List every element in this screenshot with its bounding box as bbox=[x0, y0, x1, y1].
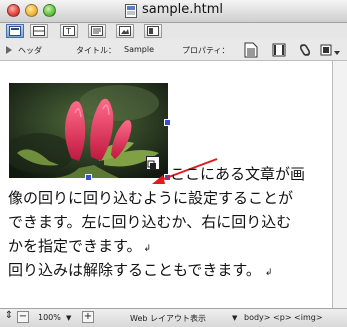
header-toolbar: ヘッダ タイトル： Sample プロパティ： bbox=[0, 40, 347, 61]
align-menu-icon[interactable] bbox=[320, 42, 342, 58]
view-toolbar: T bbox=[0, 23, 347, 39]
text-line-4[interactable]: かを指定できます。 ↲ bbox=[8, 235, 151, 256]
title-label: タイトル： bbox=[76, 46, 116, 55]
tag-breadcrumb[interactable]: body> <p> <img> bbox=[244, 313, 323, 322]
properties-label: プロパティ： bbox=[182, 46, 230, 55]
close-button[interactable] bbox=[7, 4, 20, 17]
image-view-button[interactable] bbox=[116, 24, 134, 38]
split-view-icon bbox=[33, 26, 45, 36]
document-properties-icon[interactable] bbox=[244, 42, 258, 58]
minimize-button[interactable] bbox=[25, 4, 38, 17]
image-view-icon bbox=[119, 26, 131, 36]
title-bar: sample.html bbox=[0, 0, 347, 23]
text-line-2[interactable]: 像の回りに回り込むように設定することが bbox=[8, 187, 293, 208]
paragraph-mark: ↲ bbox=[264, 268, 273, 278]
preview-view-button[interactable] bbox=[144, 24, 162, 38]
link-icon[interactable] bbox=[298, 42, 312, 58]
vertical-scrollbar[interactable] bbox=[333, 61, 347, 308]
layout-view-icon bbox=[9, 26, 21, 36]
svg-text:T: T bbox=[65, 27, 71, 36]
zoom-button[interactable] bbox=[43, 4, 56, 17]
resize-handle-right[interactable] bbox=[164, 119, 171, 126]
app-window: sample.html T ヘッダ タイトル： Sample プロパティ： ここ… bbox=[0, 0, 347, 327]
header-label[interactable]: ヘッダ bbox=[18, 45, 42, 56]
view-mode-dropdown-icon[interactable]: ▼ bbox=[232, 314, 237, 322]
zoom-dropdown-icon[interactable]: ▼ bbox=[66, 314, 71, 322]
text-line-1[interactable]: ここにある文章が画 bbox=[170, 163, 305, 184]
text-line-4-content: かを指定できます。 bbox=[8, 237, 142, 255]
zoom-out-button[interactable]: − bbox=[17, 311, 29, 323]
text-view-button[interactable]: T bbox=[60, 24, 78, 38]
film-icon[interactable] bbox=[272, 42, 286, 58]
view-mode-selector[interactable]: Web レイアウト表示 bbox=[130, 313, 206, 324]
text-line-5-content: 回り込みは解除することもできます。 bbox=[8, 261, 261, 279]
text-line-3[interactable]: できます。左に回り込むか、右に回り込む bbox=[8, 211, 291, 232]
split-view-button[interactable] bbox=[30, 24, 48, 38]
preview-view-icon bbox=[147, 26, 159, 36]
disclosure-triangle-icon[interactable] bbox=[6, 46, 12, 54]
window-title: sample.html bbox=[142, 2, 224, 17]
text-line-5[interactable]: 回り込みは解除することもできます。 ↲ bbox=[8, 259, 272, 280]
title-value[interactable]: Sample bbox=[124, 45, 154, 54]
status-bar: ⇕ − 100% ▼ + Web レイアウト表示 ▼ body> <p> <im… bbox=[0, 308, 347, 327]
paragraph-mark: ↲ bbox=[143, 244, 152, 254]
source-view-button[interactable] bbox=[88, 24, 106, 38]
flower-image[interactable] bbox=[9, 83, 168, 178]
zoom-in-button[interactable]: + bbox=[82, 311, 94, 323]
html-file-icon bbox=[125, 4, 137, 18]
source-view-icon bbox=[91, 26, 103, 36]
text-view-icon: T bbox=[63, 26, 75, 36]
document-canvas[interactable]: ここにある文章が画 像の回りに回り込むように設定することが できます。左に回り込… bbox=[0, 61, 333, 308]
scroll-arrows-icon[interactable]: ⇕ bbox=[3, 311, 15, 323]
layout-view-button[interactable] bbox=[6, 24, 24, 38]
zoom-level[interactable]: 100% bbox=[38, 313, 61, 322]
resize-handle-bottom[interactable] bbox=[85, 174, 92, 181]
